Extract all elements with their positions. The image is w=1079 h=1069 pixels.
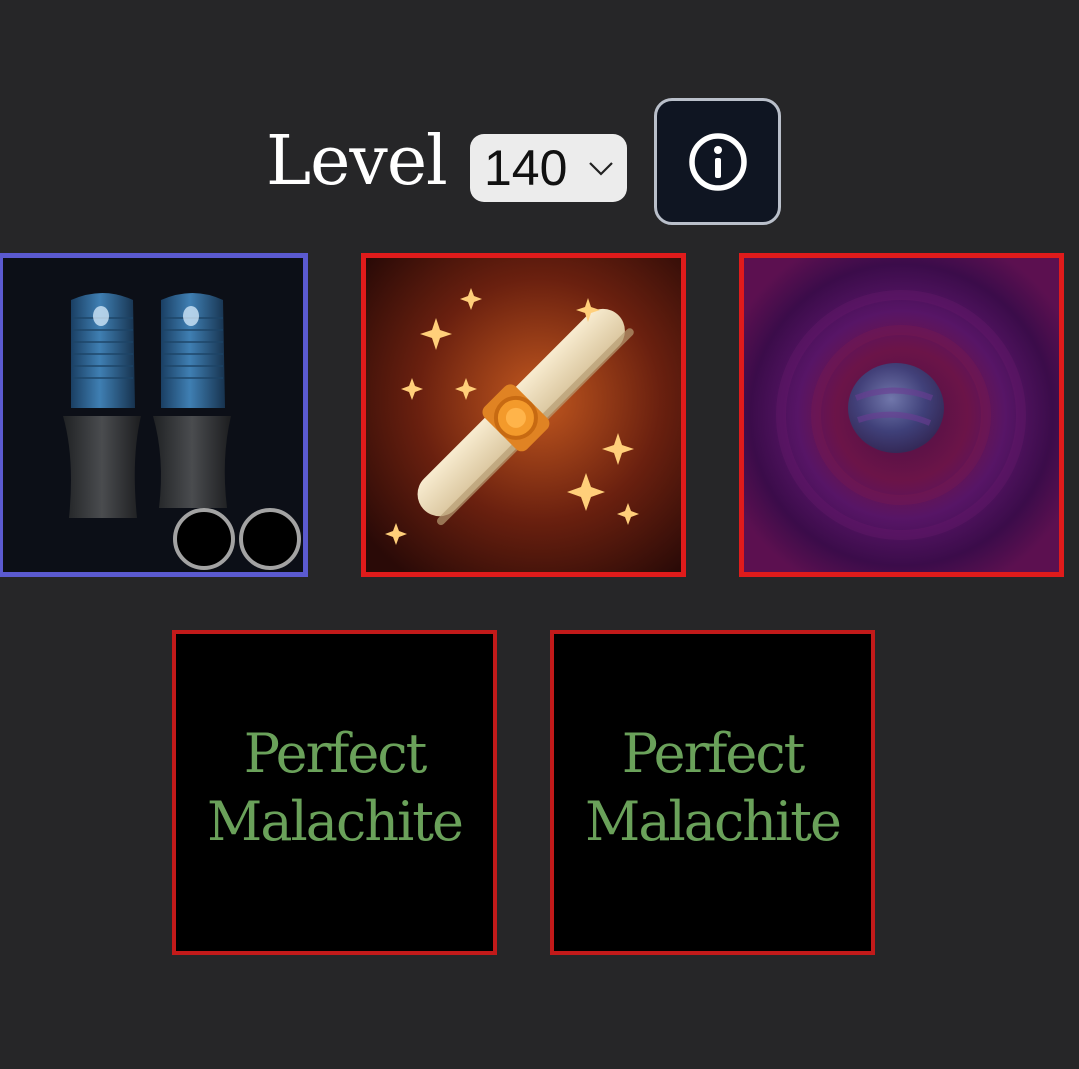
- info-button[interactable]: [654, 98, 781, 225]
- gem-slot-2[interactable]: Perfect Malachite: [550, 630, 875, 955]
- info-circle-icon: [688, 132, 747, 191]
- gem-label-1: Perfect Malachite: [176, 634, 493, 951]
- level-label: Level: [266, 122, 448, 201]
- item-slot-scroll[interactable]: [361, 253, 686, 577]
- gem-slot-1[interactable]: Perfect Malachite: [172, 630, 497, 955]
- level-select[interactable]: 140: [470, 134, 627, 202]
- gem-label-line2: Malachite: [207, 789, 464, 853]
- gem-label-line1: Perfect: [243, 721, 428, 785]
- chevron-down-icon: [589, 162, 613, 176]
- item-slot-boots[interactable]: [0, 253, 308, 577]
- gem-label-line1: Perfect: [621, 721, 806, 785]
- orb-icon: [744, 258, 1059, 572]
- socket-2[interactable]: [239, 508, 301, 570]
- item-slot-orb[interactable]: [739, 253, 1064, 577]
- level-value: 140: [484, 140, 568, 196]
- gem-label-2: Perfect Malachite: [554, 634, 871, 951]
- scroll-icon: [366, 258, 681, 572]
- gem-label-line2: Malachite: [585, 789, 842, 853]
- socket-1[interactable]: [173, 508, 235, 570]
- level-row: Level 140: [0, 98, 1079, 225]
